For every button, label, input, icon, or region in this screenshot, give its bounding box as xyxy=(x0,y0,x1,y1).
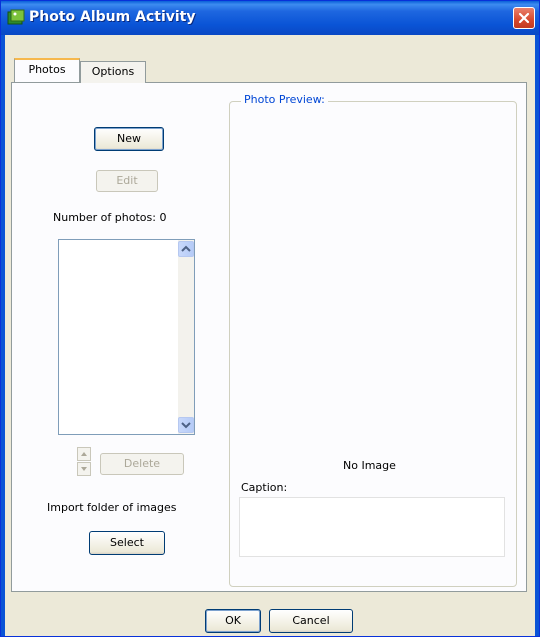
arrow-down-icon xyxy=(81,467,87,471)
photo-preview-label: Photo Preview: xyxy=(241,93,328,106)
scroll-up-button[interactable] xyxy=(178,241,194,257)
move-up-button xyxy=(77,447,91,461)
photo-list[interactable] xyxy=(58,239,195,435)
app-icon xyxy=(7,9,25,27)
scroll-down-button[interactable] xyxy=(178,417,194,433)
caption-label: Caption: xyxy=(241,481,288,494)
close-icon xyxy=(518,12,530,24)
title-bar[interactable]: Photo Album Activity xyxy=(1,1,539,35)
caption-input[interactable] xyxy=(239,497,505,557)
arrow-up-icon xyxy=(81,452,87,456)
new-button[interactable]: New xyxy=(94,127,164,151)
cancel-button[interactable]: Cancel xyxy=(269,609,353,633)
chevron-up-icon xyxy=(181,245,191,252)
edit-button: Edit xyxy=(96,170,158,192)
photo-album-dialog: Photo Album Activity Photos Options New … xyxy=(0,0,540,637)
chevron-down-icon xyxy=(181,422,191,429)
window-title: Photo Album Activity xyxy=(29,9,196,25)
ok-button[interactable]: OK xyxy=(205,609,261,633)
window-frame-right xyxy=(535,35,539,636)
import-folder-label: Import folder of images xyxy=(47,501,177,514)
select-button[interactable]: Select xyxy=(89,531,165,555)
photo-count-label: Number of photos: 0 xyxy=(53,211,167,224)
photo-list-scrollbar[interactable] xyxy=(178,240,194,434)
tab-photos[interactable]: Photos xyxy=(14,58,80,82)
move-down-button xyxy=(77,462,91,476)
tab-options[interactable]: Options xyxy=(80,61,146,83)
window-frame-left xyxy=(1,35,5,636)
delete-button: Delete xyxy=(100,453,184,475)
close-button[interactable] xyxy=(513,7,535,29)
no-image-label: No Image xyxy=(343,459,396,472)
